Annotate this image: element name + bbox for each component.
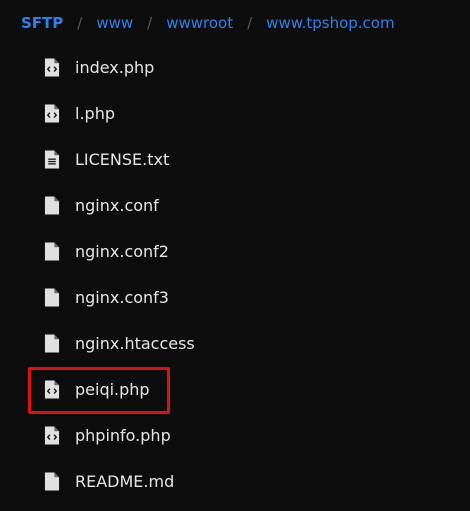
text-file-icon: [44, 150, 60, 169]
file-row[interactable]: index.php: [0, 45, 470, 91]
file-row[interactable]: phpinfo.php: [0, 413, 470, 459]
file-row[interactable]: nginx.htaccess: [0, 321, 470, 367]
code-file-icon: [44, 380, 60, 399]
file-name: index.php: [75, 58, 155, 77]
file-name: nginx.conf: [75, 196, 159, 215]
sftp-file-browser: SFTP / www / wwwroot / www.tpshop.com in…: [0, 0, 470, 511]
file-list: index.php l.php LICENSE.txt nginx.conf nginx…: [0, 45, 470, 505]
file-icon: [44, 334, 60, 353]
file-name: nginx.conf3: [75, 288, 169, 307]
file-name: LICENSE.txt: [75, 150, 170, 169]
file-icon: [44, 288, 60, 307]
file-icon: [44, 472, 60, 491]
breadcrumb-www-tpshop-com[interactable]: www.tpshop.com: [266, 14, 394, 32]
breadcrumb: SFTP / www / wwwroot / www.tpshop.com: [21, 11, 395, 35]
file-name: l.php: [75, 104, 115, 123]
file-name: peiqi.php: [75, 380, 150, 399]
file-row[interactable]: nginx.conf2: [0, 229, 470, 275]
code-file-icon: [44, 104, 60, 123]
breadcrumb-www[interactable]: www: [96, 14, 133, 32]
file-name: nginx.conf2: [75, 242, 169, 261]
breadcrumb-separator: /: [147, 14, 153, 32]
file-row[interactable]: nginx.conf3: [0, 275, 470, 321]
breadcrumb-separator: /: [247, 14, 253, 32]
file-name: phpinfo.php: [75, 426, 171, 445]
file-row[interactable]: README.md: [0, 459, 470, 505]
file-name: README.md: [75, 472, 175, 491]
file-icon: [44, 242, 60, 261]
file-row[interactable]: peiqi.php: [0, 367, 470, 413]
code-file-icon: [44, 426, 60, 445]
breadcrumb-separator: /: [77, 14, 83, 32]
breadcrumb-sftp[interactable]: SFTP: [21, 14, 63, 32]
file-row[interactable]: l.php: [0, 91, 470, 137]
file-name: nginx.htaccess: [75, 334, 195, 353]
file-row[interactable]: LICENSE.txt: [0, 137, 470, 183]
code-file-icon: [44, 58, 60, 77]
file-icon: [44, 196, 60, 215]
breadcrumb-wwwroot[interactable]: wwwroot: [166, 14, 233, 32]
file-row[interactable]: nginx.conf: [0, 183, 470, 229]
